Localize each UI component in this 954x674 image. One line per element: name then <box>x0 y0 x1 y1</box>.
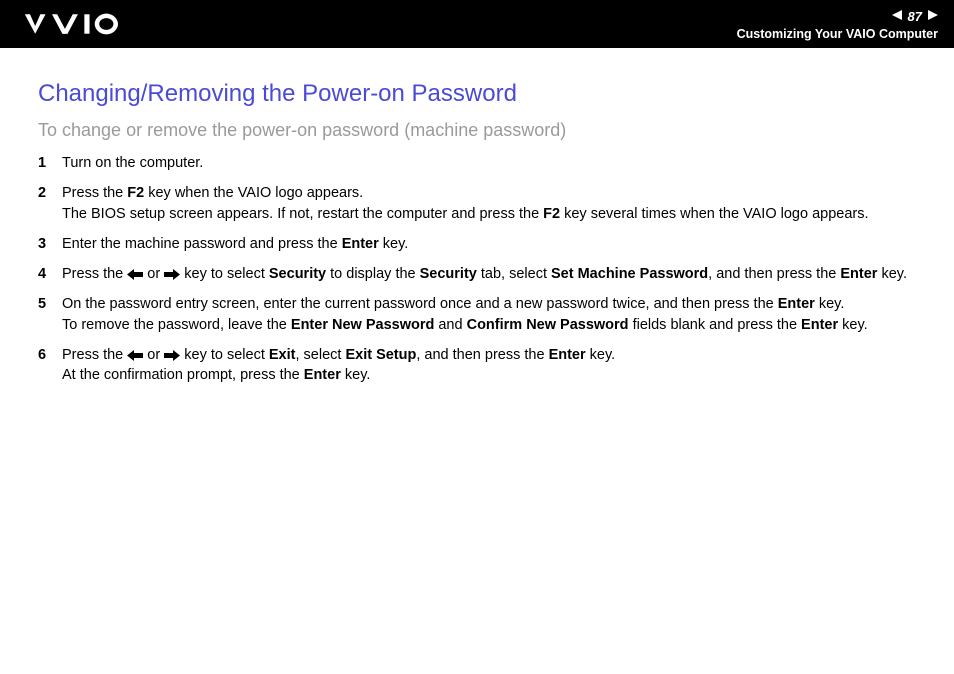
step-body: Press the or key to select Security to d… <box>62 264 916 284</box>
step-number: 5 <box>38 294 62 314</box>
step-body: Press the F2 key when the VAIO logo appe… <box>62 183 916 224</box>
step-number: 1 <box>38 153 62 173</box>
text: key. <box>815 296 845 312</box>
bold-text: Enter New Password <box>291 317 434 333</box>
step-item: 1Turn on the computer. <box>38 153 916 173</box>
text: key. <box>379 236 409 252</box>
nav-next-icon[interactable] <box>928 7 938 25</box>
page-content: Changing/Removing the Power-on Password … <box>0 48 954 386</box>
step-body: Turn on the computer. <box>62 153 916 173</box>
step-number: 3 <box>38 234 62 254</box>
bold-text: Security <box>269 266 326 282</box>
bold-text: Security <box>420 266 477 282</box>
step-item: 3Enter the machine password and press th… <box>38 234 916 254</box>
bold-text: F2 <box>543 206 560 222</box>
text: or <box>143 266 164 282</box>
vaio-logo <box>20 13 150 35</box>
text: , and then press the <box>708 266 840 282</box>
page-number: 87 <box>908 9 922 24</box>
text: tab, select <box>477 266 551 282</box>
bold-text: Enter <box>778 296 815 312</box>
bold-text: Enter <box>304 367 341 383</box>
text: On the password entry screen, enter the … <box>62 296 778 312</box>
text: Enter the machine password and press the <box>62 236 342 252</box>
step-body: Press the or key to select Exit, select … <box>62 345 916 386</box>
text: key. <box>877 266 907 282</box>
arrow-left-icon <box>127 347 143 363</box>
text: key when the VAIO logo appears. <box>144 185 363 201</box>
text: fields blank and press the <box>629 317 802 333</box>
step-item: 4Press the or key to select Security to … <box>38 264 916 284</box>
text: key. <box>341 367 371 383</box>
text: To remove the password, leave the <box>62 317 291 333</box>
bold-text: Exit Setup <box>345 347 416 363</box>
header-bar: 87 Customizing Your VAIO Computer <box>0 0 954 48</box>
steps-list: 1Turn on the computer.2Press the F2 key … <box>38 153 916 386</box>
bold-text: Enter <box>840 266 877 282</box>
bold-text: Enter <box>801 317 838 333</box>
arrow-right-icon <box>164 266 180 282</box>
step-number: 2 <box>38 183 62 203</box>
step-body: Enter the machine password and press the… <box>62 234 916 254</box>
text: and <box>434 317 466 333</box>
text: , select <box>295 347 345 363</box>
text: to display the <box>326 266 420 282</box>
text: or <box>143 347 164 363</box>
text: key several times when the VAIO logo app… <box>560 206 868 222</box>
bold-text: F2 <box>127 185 144 201</box>
text: At the confirmation prompt, press the <box>62 367 304 383</box>
text: Press the <box>62 347 127 363</box>
text: The BIOS setup screen appears. If not, r… <box>62 206 543 222</box>
page-title: Changing/Removing the Power-on Password <box>38 80 916 108</box>
text: key to select <box>180 266 269 282</box>
text: Turn on the computer. <box>62 155 203 171</box>
step-item: 2Press the F2 key when the VAIO logo app… <box>38 183 916 224</box>
bold-text: Confirm New Password <box>467 317 629 333</box>
page-nav: 87 <box>892 7 938 25</box>
bold-text: Enter <box>342 236 379 252</box>
bold-text: Set Machine Password <box>551 266 708 282</box>
text: Press the <box>62 185 127 201</box>
header-right: 87 Customizing Your VAIO Computer <box>737 7 938 41</box>
section-label: Customizing Your VAIO Computer <box>737 27 938 41</box>
page-subtitle: To change or remove the power-on passwor… <box>38 120 916 141</box>
text: key to select <box>180 347 269 363</box>
text: , and then press the <box>416 347 548 363</box>
bold-text: Exit <box>269 347 296 363</box>
text: Press the <box>62 266 127 282</box>
bold-text: Enter <box>549 347 586 363</box>
text: key. <box>586 347 616 363</box>
step-item: 5On the password entry screen, enter the… <box>38 294 916 335</box>
arrow-left-icon <box>127 266 143 282</box>
step-number: 6 <box>38 345 62 365</box>
step-body: On the password entry screen, enter the … <box>62 294 916 335</box>
step-item: 6Press the or key to select Exit, select… <box>38 345 916 386</box>
arrow-right-icon <box>164 347 180 363</box>
text: key. <box>838 317 868 333</box>
step-number: 4 <box>38 264 62 284</box>
nav-prev-icon[interactable] <box>892 7 902 25</box>
